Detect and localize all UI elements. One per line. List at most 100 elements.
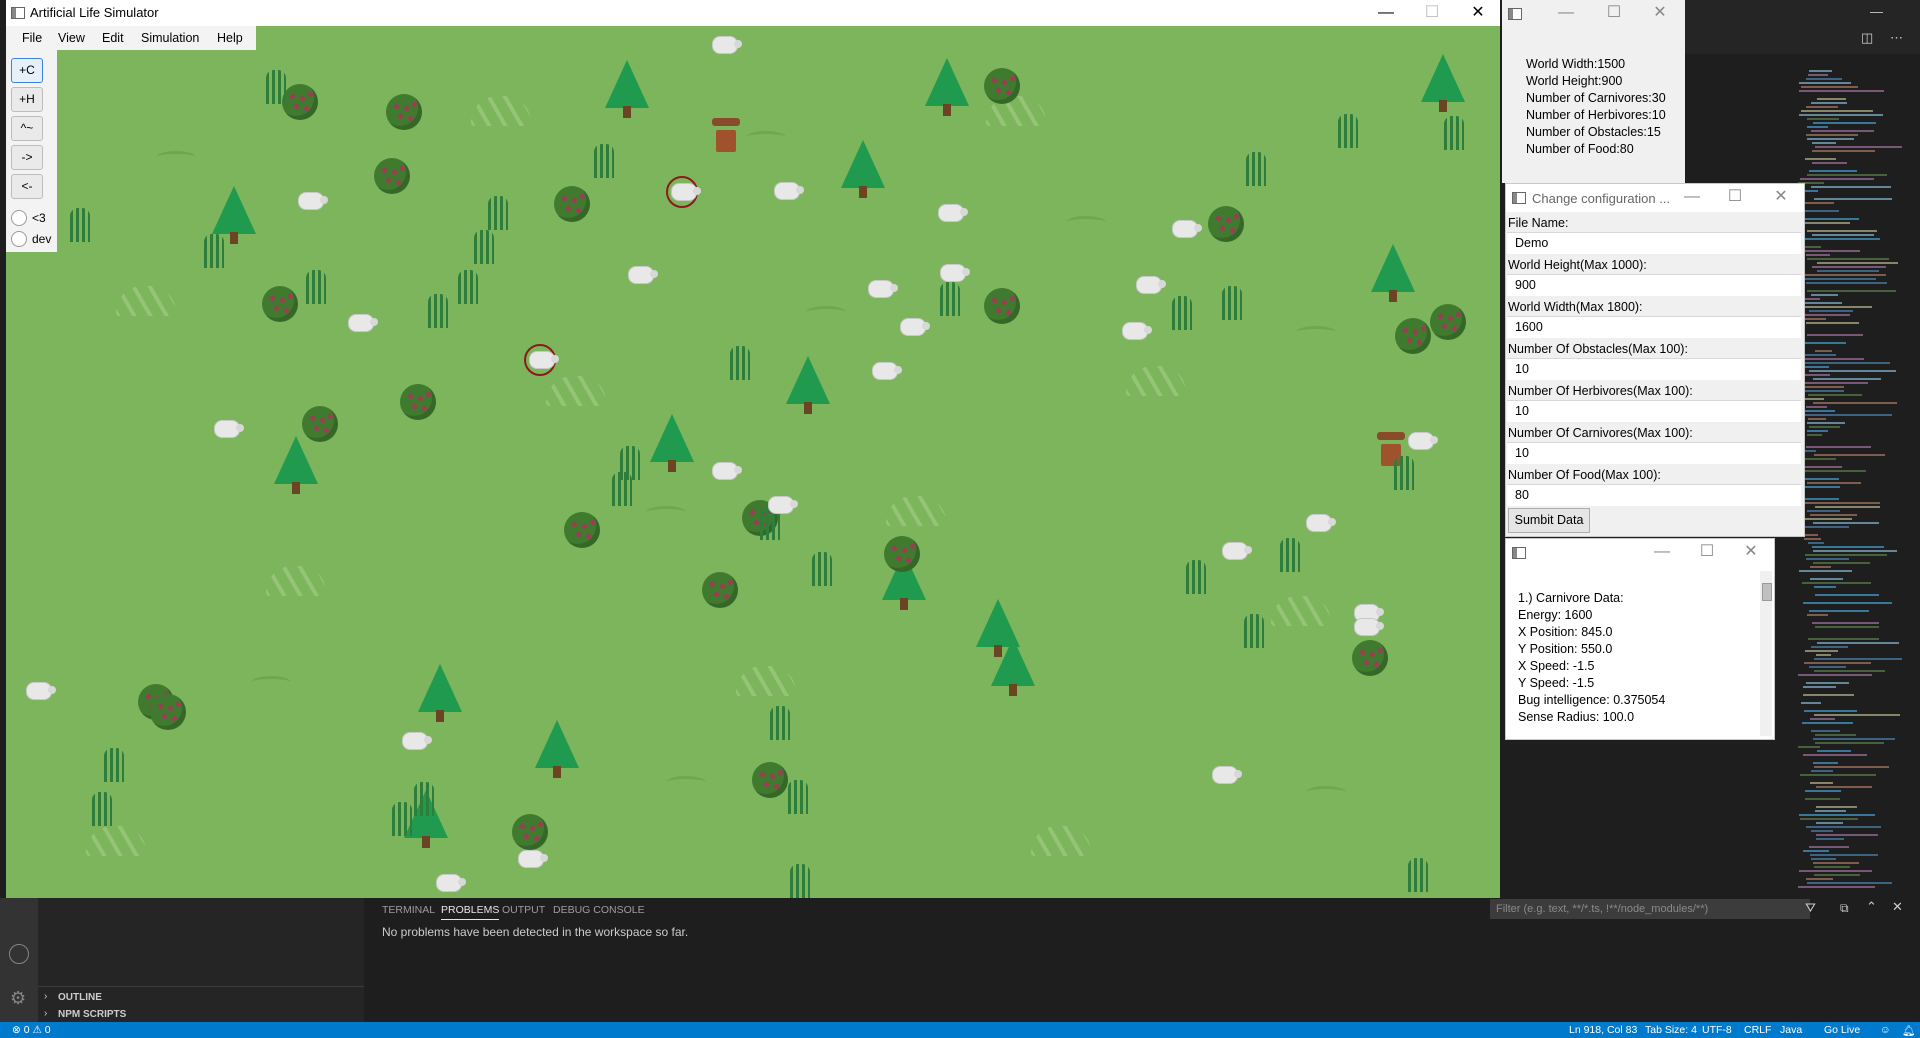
herbivore[interactable] xyxy=(1172,220,1202,238)
more-actions-icon[interactable]: ⋯ xyxy=(1890,30,1903,46)
problems-filter-input[interactable]: Filter (e.g. text, **/*.ts, !**/node_mod… xyxy=(1490,899,1810,919)
config-titlebar[interactable]: Change configuration ... — ☐ ✕ xyxy=(1506,184,1804,212)
herbivore[interactable] xyxy=(868,280,898,298)
radio-dev[interactable] xyxy=(11,231,27,247)
submit-data-button[interactable]: Sumbit Data xyxy=(1508,508,1590,533)
menu-file[interactable]: File xyxy=(22,31,42,45)
maximize-button[interactable]: ☐ xyxy=(1715,186,1755,208)
minimap-line xyxy=(1802,306,1872,308)
carnivores-field[interactable]: 10 xyxy=(1507,442,1801,464)
forward-button[interactable]: -> xyxy=(11,145,43,170)
herbivore[interactable] xyxy=(402,732,432,750)
npm-scripts-section[interactable]: NPM SCRIPTS xyxy=(58,1009,126,1020)
carnivore-titlebar[interactable]: — ☐ ✕ xyxy=(1506,539,1774,567)
herbivore[interactable] xyxy=(298,192,328,210)
carnivore[interactable] xyxy=(666,176,701,208)
tab-problems[interactable]: PROBLEMS xyxy=(441,904,500,920)
line-endings[interactable]: CRLF xyxy=(1744,1024,1771,1036)
herbivore[interactable] xyxy=(712,462,742,480)
menu-simulation[interactable]: Simulation xyxy=(141,31,199,45)
close-button[interactable]: ✕ xyxy=(1458,2,1498,24)
minimize-button[interactable]: — xyxy=(1546,2,1586,24)
minimap[interactable] xyxy=(1798,70,1910,890)
minimap-line xyxy=(1800,390,1844,392)
herbivore[interactable] xyxy=(938,204,968,222)
tab-terminal[interactable]: TERMINAL xyxy=(382,904,435,916)
minimize-icon[interactable]: — xyxy=(1870,4,1883,19)
herbivore[interactable] xyxy=(940,264,970,282)
cursor-position[interactable]: Ln 918, Col 83 xyxy=(1569,1024,1637,1036)
account-icon[interactable] xyxy=(9,944,29,964)
herbivore[interactable] xyxy=(26,682,56,700)
maximize-button[interactable]: ☐ xyxy=(1687,541,1727,563)
world-canvas[interactable] xyxy=(6,26,1500,898)
world-height-field[interactable]: 900 xyxy=(1507,274,1801,296)
herbivore[interactable] xyxy=(900,318,930,336)
minimize-button[interactable]: — xyxy=(1366,2,1406,24)
go-live-button[interactable]: Go Live xyxy=(1824,1024,1860,1036)
vertical-scrollbar[interactable] xyxy=(1760,571,1772,736)
maximize-button[interactable]: ☐ xyxy=(1594,2,1634,24)
encoding[interactable]: UTF-8 xyxy=(1702,1024,1732,1036)
herbivore[interactable] xyxy=(1222,542,1252,560)
herbivore[interactable] xyxy=(628,266,658,284)
menu-help[interactable]: Help xyxy=(217,31,243,45)
tab-debug-console[interactable]: DEBUG CONSOLE xyxy=(553,904,645,916)
herbivore[interactable] xyxy=(214,420,244,438)
chevron-up-icon[interactable]: ⌃ xyxy=(1866,899,1877,915)
obstacles-field[interactable]: 10 xyxy=(1507,358,1801,380)
close-button[interactable]: ✕ xyxy=(1731,541,1771,563)
world-info-window: — ☐ ✕ World Width:1500 World Height:900 … xyxy=(1502,0,1685,183)
food-field[interactable]: 80 xyxy=(1507,484,1801,506)
settings-gear-icon[interactable]: ⚙ xyxy=(10,988,26,1009)
minimize-button[interactable]: — xyxy=(1642,541,1682,563)
minimap-line xyxy=(1799,870,1872,872)
carnivore[interactable] xyxy=(524,344,559,376)
add-herbivore-button[interactable]: +H xyxy=(11,87,43,112)
problems-count[interactable]: ⊗ 0 ⚠ 0 xyxy=(12,1024,51,1036)
radio-heart[interactable] xyxy=(11,210,27,226)
herbivore[interactable] xyxy=(436,874,466,892)
minimize-button[interactable]: — xyxy=(1672,186,1712,208)
maximize-button[interactable]: ☐ xyxy=(1412,2,1452,24)
carnivore-x-speed: X Speed: -1.5 xyxy=(1518,659,1595,673)
herbivore[interactable] xyxy=(1122,322,1152,340)
world-width-field[interactable]: 1600 xyxy=(1507,316,1801,338)
outline-section[interactable]: OUTLINE xyxy=(58,992,102,1003)
tab-output[interactable]: OUTPUT xyxy=(502,904,545,916)
herbivore[interactable] xyxy=(774,182,804,200)
split-editor-icon[interactable]: ◫ xyxy=(1861,30,1873,46)
toggle-button[interactable]: ^~ xyxy=(11,116,43,141)
menu-view[interactable]: View xyxy=(58,31,85,45)
herbivore[interactable] xyxy=(1354,618,1384,636)
info-titlebar[interactable]: — ☐ ✕ xyxy=(1502,0,1685,28)
menu-edit[interactable]: Edit xyxy=(102,31,124,45)
herbivore[interactable] xyxy=(872,362,902,380)
scrollbar-thumb[interactable] xyxy=(1762,583,1772,601)
herbivore[interactable] xyxy=(518,850,548,868)
account-status-icon[interactable]: ☺ xyxy=(1880,1024,1891,1036)
herbivore[interactable] xyxy=(1212,766,1242,784)
simulator-titlebar[interactable]: Artificial Life Simulator — ☐ ✕ xyxy=(6,0,1500,26)
collapse-all-icon[interactable]: ⧉ xyxy=(1840,901,1849,916)
herbivore[interactable] xyxy=(1136,276,1166,294)
herbivore[interactable] xyxy=(768,496,798,514)
language-mode[interactable]: Java xyxy=(1780,1024,1802,1036)
back-button[interactable]: <- xyxy=(11,174,43,199)
filter-icon[interactable]: ⛛ xyxy=(1805,900,1816,916)
minimap-line xyxy=(1812,622,1879,624)
notifications-bell-icon[interactable]: 🔔︎ xyxy=(1902,1024,1915,1037)
herbivore[interactable] xyxy=(1306,514,1336,532)
herbivore[interactable] xyxy=(348,314,378,332)
herbivores-field[interactable]: 10 xyxy=(1507,400,1801,422)
tab-size[interactable]: Tab Size: 4 xyxy=(1645,1024,1697,1036)
herbivore[interactable] xyxy=(712,36,742,54)
add-carnivore-button[interactable]: +C xyxy=(11,58,43,83)
close-panel-icon[interactable]: ✕ xyxy=(1892,899,1903,915)
close-button[interactable]: ✕ xyxy=(1761,186,1801,208)
carnivore-data-text[interactable]: 1.) Carnivore Data: Energy: 1600 X Posit… xyxy=(1512,571,1758,731)
close-button[interactable]: ✕ xyxy=(1640,2,1680,24)
herbivore[interactable] xyxy=(1408,432,1438,450)
file-name-field[interactable]: Demo xyxy=(1507,232,1801,254)
grass-tuft xyxy=(1240,614,1268,648)
